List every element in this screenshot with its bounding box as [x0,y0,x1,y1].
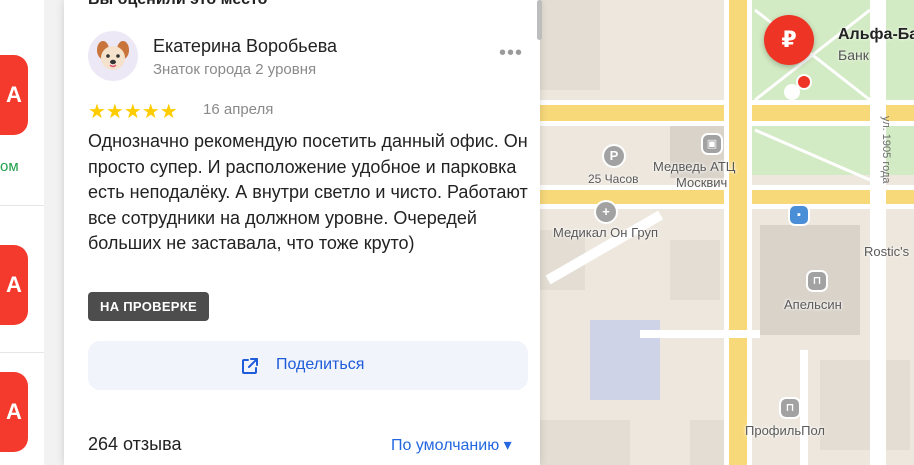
sort-dropdown[interactable]: По умолчанию ▾ [391,435,512,455]
bank-category-label: Банк [838,47,869,63]
status-badge: НА ПРОВЕРКЕ [88,292,209,321]
map-label-medical: Медикал Он Груп [553,225,659,240]
parking-icon[interactable]: P [604,146,624,166]
divider [0,205,44,206]
bank-pin-dot [796,74,812,90]
share-label: Поделиться [276,356,365,373]
review-date: 16 апреля [203,101,274,118]
more-options-icon[interactable]: ••• [496,40,526,70]
share-button[interactable]: Поделиться [88,341,528,390]
dog-avatar-icon [97,41,129,70]
panel-scrollbar-thumb[interactable] [537,0,542,40]
map-label-profilpol: ПрофильПол [745,423,825,438]
car-service-icon[interactable]: ▣ [703,135,721,153]
shopping-bag-icon[interactable]: ⊓ [781,399,799,417]
shopping-bag-icon[interactable]: ⊓ [808,272,826,290]
author-avatar[interactable] [88,31,138,81]
result-logo-badge[interactable]: A [0,55,28,135]
medical-cross-icon[interactable]: + [596,202,616,222]
share-icon [242,358,258,374]
result-logo-badge[interactable]: A [0,245,28,325]
review-text: Однозначно рекомендую посетить данный оф… [88,131,528,253]
map-label-medved: Медведь АТЦ [653,159,736,174]
result-logo-badge[interactable]: A [0,372,28,452]
map-label-rostics: Rostic's [864,244,910,259]
scrollbar-track[interactable] [44,0,64,465]
map-label-moskvich: Москвич [676,175,728,190]
map-label-apelsin: Апельсин [784,297,842,312]
bank-name-label[interactable]: Альфа-Ба [838,26,914,44]
bus-stop-icon[interactable]: ▪ [790,206,808,224]
author-name[interactable]: Екатерина Воробьева [153,36,337,57]
divider [0,352,44,353]
reviews-count: 264 отзыва [88,434,182,454]
previous-section-title: Вы оценили это место [88,0,267,9]
author-level: Знаток города 2 уровня [153,61,317,78]
result-fragment-text: ом [0,158,19,175]
street-label-1905: ул. 1905 года [880,116,892,184]
rating-stars: ★★★★★ [88,101,178,123]
map-label-chasov: 25 Часов [588,172,639,186]
bank-pin-icon[interactable]: ₽ [764,15,814,65]
results-list-strip: A ом A A [0,0,45,465]
map-view[interactable]: P ▣ + ▪ ⊓ ⊓ Медведь АТЦ Москвич 25 Часов… [540,0,914,465]
review-panel: Вы оценили это место Екатерина Воробьева… [64,0,540,465]
